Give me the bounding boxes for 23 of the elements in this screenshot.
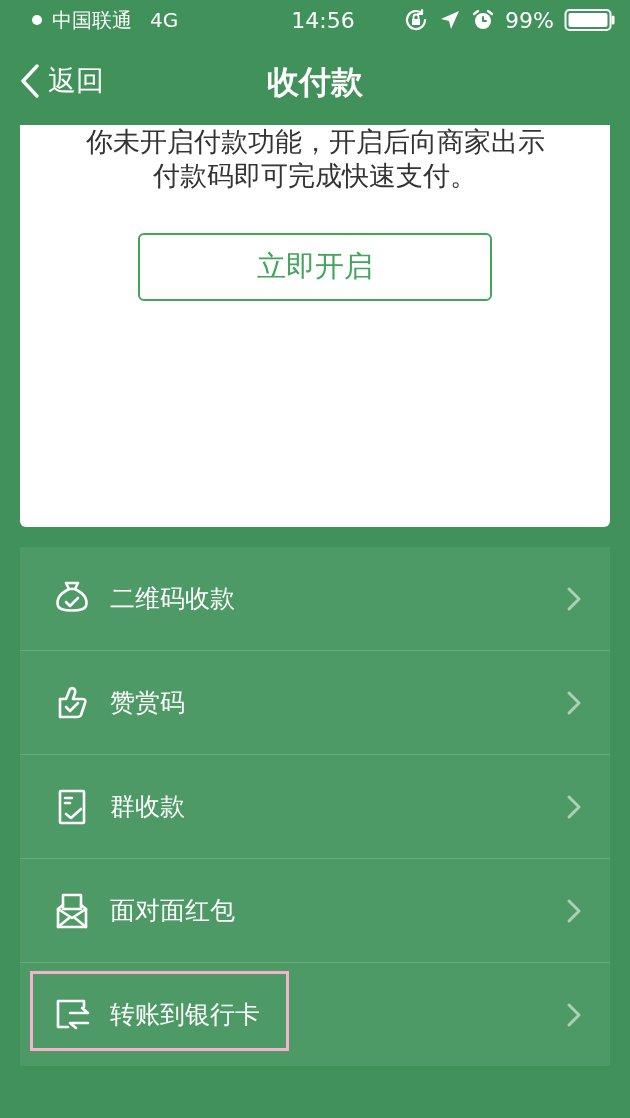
enable-button[interactable]: 立即开启 [138,233,492,301]
carrier-name: 中国联通 [52,6,132,34]
info-text-line: 付款码即可完成快速支付。 [153,159,477,193]
chevron-icon [566,585,582,612]
menu-item[interactable]: 转账到银行卡 [20,963,610,1066]
menu-item[interactable]: 二维码收款 [20,547,610,651]
status-time: 14:56 [291,7,355,33]
info-text-line: 你未开启付款功能，开启后向商家出示 [85,125,545,159]
chevron-icon [566,897,582,924]
chevron-icon [566,1001,582,1028]
chevron-icon [566,793,582,820]
chevron-icon [566,689,582,716]
page-title: 收付款 [267,61,363,103]
menu-item[interactable]: 赞赏码 [20,651,610,755]
battery-percent: 99% [505,7,554,33]
menu-item[interactable]: 群收款 [20,755,610,859]
location-arrow-icon [439,9,462,31]
menu-item[interactable]: 面对面红包 [20,859,610,963]
battery-icon [564,8,616,32]
back-chevron-icon [20,64,40,98]
network-type: 4G [150,8,179,32]
back-button[interactable]: 返回 [20,62,104,100]
alarm-clock-icon [471,8,496,32]
